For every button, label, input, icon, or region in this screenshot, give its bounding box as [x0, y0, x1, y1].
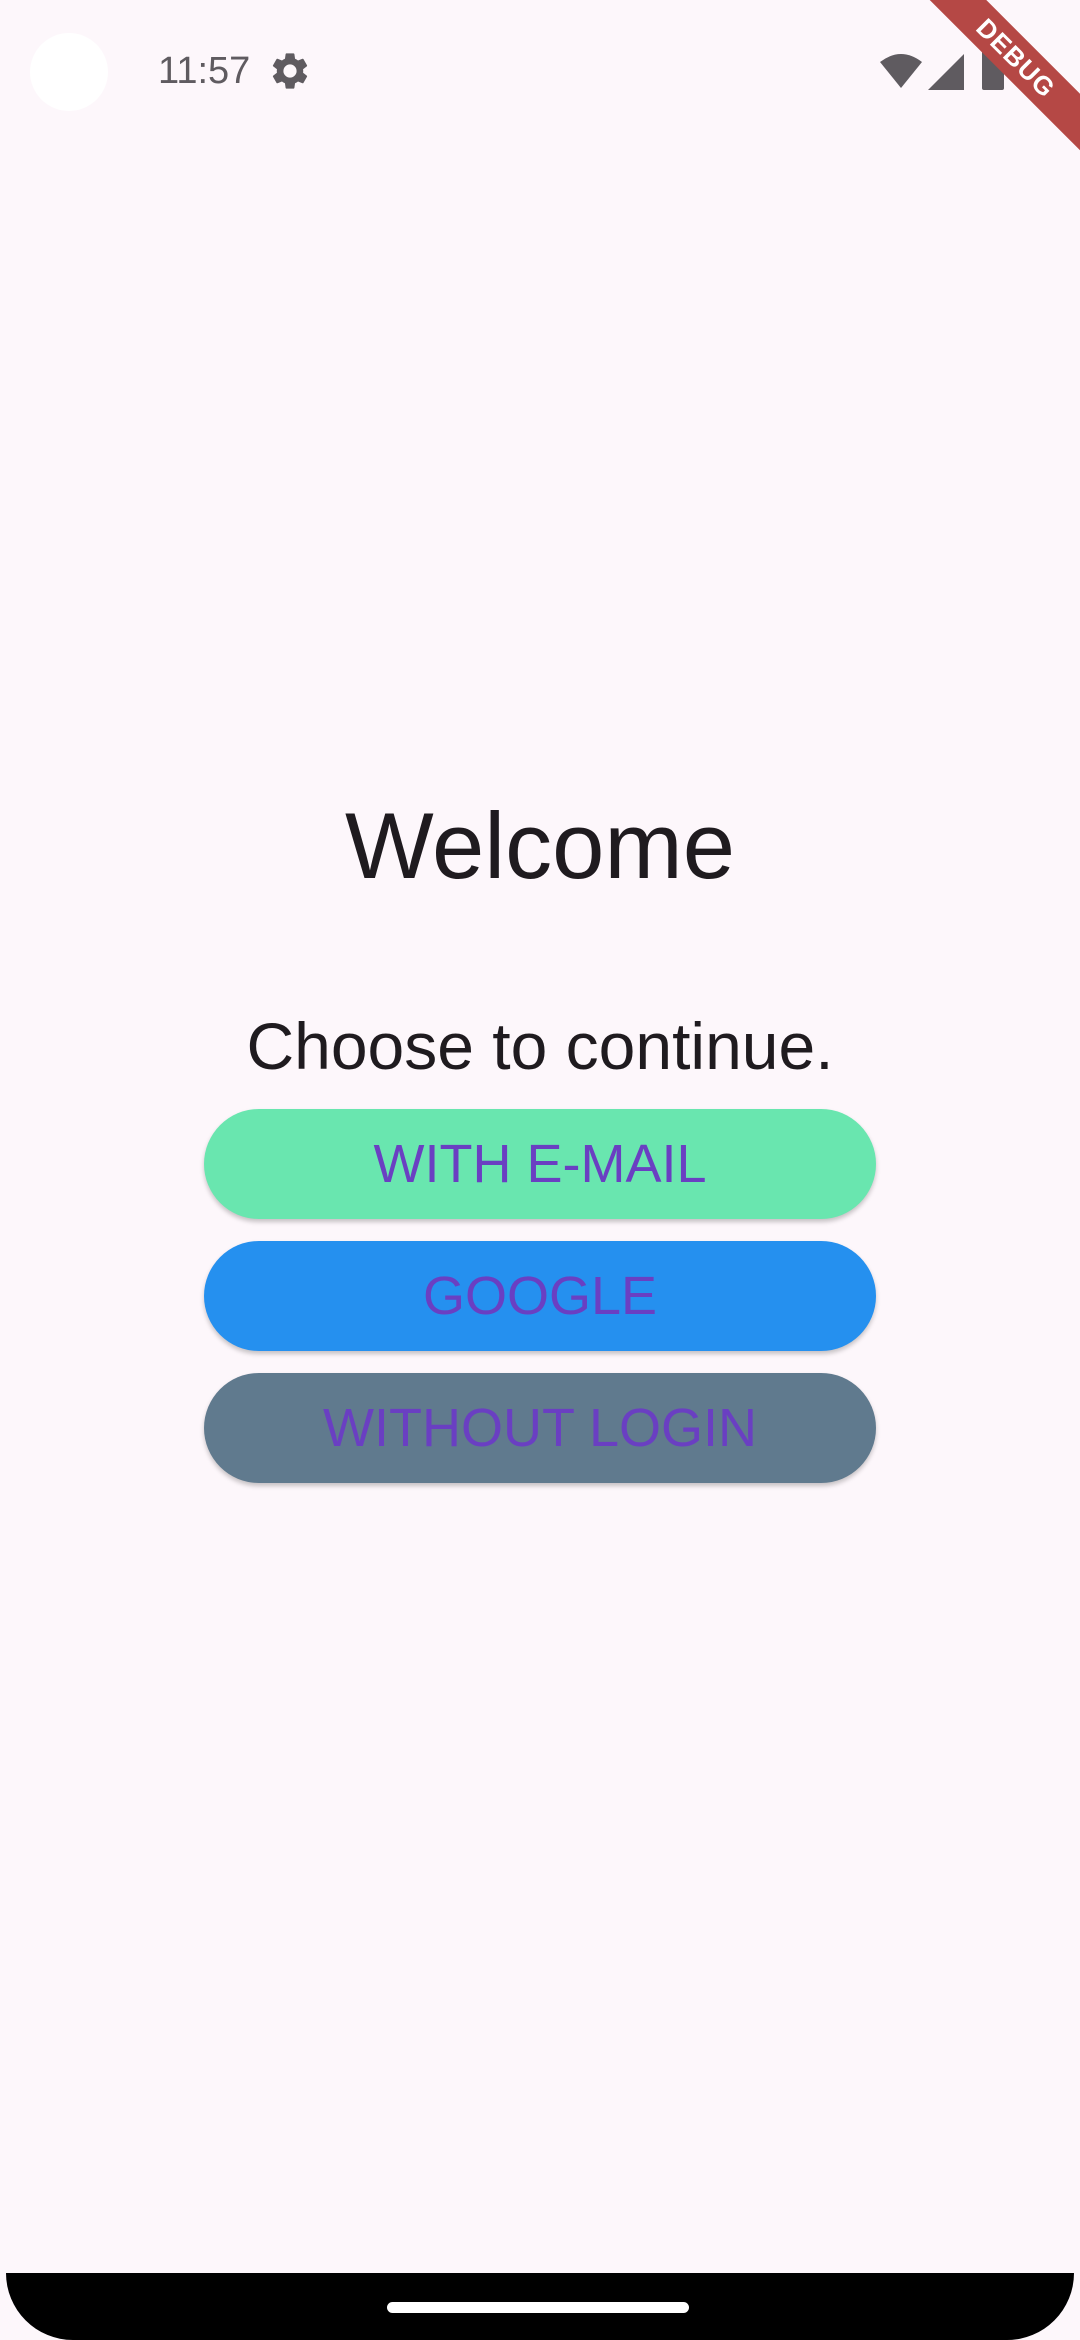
subtitle: Choose to continue.	[246, 1009, 834, 1083]
welcome-screen: Welcome Choose to continue. WITH E-MAIL …	[0, 0, 1080, 2340]
page-title: Welcome	[344, 793, 736, 898]
with-email-button[interactable]: WITH E-MAIL	[204, 1109, 876, 1219]
without-login-button[interactable]: WITHOUT LOGIN	[204, 1373, 876, 1483]
google-button[interactable]: GOOGLE	[204, 1241, 876, 1351]
home-indicator[interactable]	[387, 2302, 689, 2313]
